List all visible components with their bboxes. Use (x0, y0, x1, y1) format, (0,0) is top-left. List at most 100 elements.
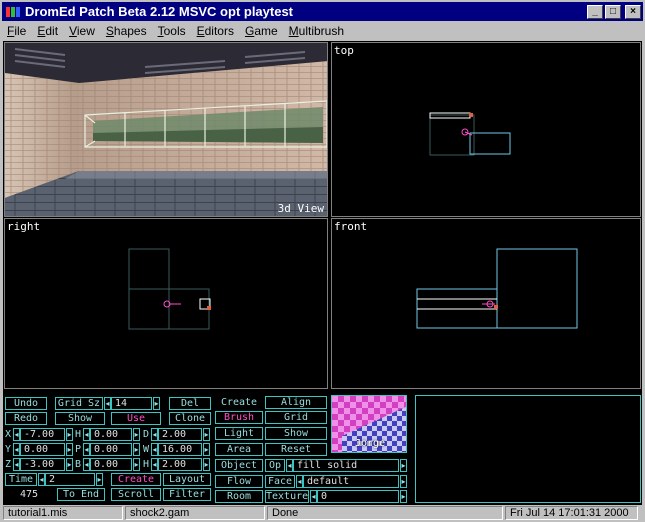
light-tab[interactable]: Light (215, 427, 263, 440)
flow-tab[interactable]: Flow (215, 475, 263, 488)
reset-button[interactable]: Reset (265, 443, 327, 456)
dromed-app-icon[interactable] (5, 5, 21, 19)
brush-tab[interactable]: Brush (215, 411, 263, 424)
viewport-top[interactable]: top (331, 42, 641, 217)
left-arrow-icon[interactable]: ◂ (151, 428, 158, 441)
texture-name: Jorge (355, 438, 386, 449)
left-arrow-icon[interactable]: ◂ (83, 443, 90, 456)
b-label: B (75, 459, 82, 470)
right-arrow-icon[interactable]: ▸ (66, 443, 73, 456)
time-label: Time (5, 473, 37, 486)
left-arrow-icon[interactable]: ◂ (296, 475, 303, 488)
right-arrow-icon[interactable]: ▸ (400, 459, 407, 472)
clone-button[interactable]: Clone (169, 412, 211, 425)
layout-button[interactable]: Layout (163, 473, 211, 486)
left-arrow-icon[interactable]: ◂ (151, 458, 158, 471)
close-button[interactable]: × (625, 4, 641, 19)
left-arrow-icon[interactable]: ◂ (83, 458, 90, 471)
left-arrow-icon[interactable]: ◂ (13, 458, 20, 471)
menu-file[interactable]: File (2, 24, 31, 38)
redo-button[interactable]: Redo (5, 412, 47, 425)
left-arrow-icon[interactable]: ◂ (13, 428, 20, 441)
menu-game[interactable]: Game (240, 24, 283, 38)
control-panel: Undo Redo Grid Sz ◂ 14 ▸ Show Use Del Cl… (3, 391, 642, 505)
show-grid-button[interactable]: Show (265, 427, 327, 440)
left-arrow-icon[interactable]: ◂ (13, 443, 20, 456)
maximize-button[interactable]: □ (605, 4, 621, 19)
menu-view[interactable]: View (64, 24, 100, 38)
viewport-3d-label: 3d View (277, 202, 324, 215)
window-title: DromEd Patch Beta 2.12 MSVC opt playtest (25, 4, 294, 19)
left-arrow-icon[interactable]: ◂ (151, 443, 158, 456)
face-field[interactable]: default (303, 475, 399, 488)
brush-counter: 475 (5, 488, 53, 501)
right-arrow-icon[interactable]: ▸ (203, 443, 210, 456)
undo-button[interactable]: Undo (5, 397, 47, 410)
use-button[interactable]: Use (111, 412, 161, 425)
scroll-button[interactable]: Scroll (111, 488, 161, 501)
heading-field[interactable]: 0.00 (90, 428, 132, 441)
title-bar: DromEd Patch Beta 2.12 MSVC opt playtest… (2, 2, 643, 21)
minimize-button[interactable]: _ (587, 4, 603, 19)
x-label: X (5, 429, 12, 440)
right-arrow-icon[interactable]: ▸ (153, 397, 160, 410)
right-arrow-icon[interactable]: ▸ (400, 490, 407, 503)
right-arrow-icon[interactable]: ▸ (203, 458, 210, 471)
status-mission: tutorial1.mis (3, 506, 123, 520)
texture-field[interactable]: 0 (317, 490, 399, 503)
status-bar: tutorial1.mis shock2.gam Done Fri Jul 14… (3, 506, 642, 520)
viewport-right-label: right (7, 220, 41, 233)
z-label: Z (5, 459, 12, 470)
menu-tools[interactable]: Tools (153, 24, 191, 38)
depth-field[interactable]: 2.00 (158, 428, 202, 441)
filter-button[interactable]: Filter (163, 488, 211, 501)
grid-button[interactable]: Grid (265, 411, 327, 424)
create-header: Create (215, 396, 263, 409)
align-button[interactable]: Align (265, 396, 327, 409)
right-view-canvas (128, 248, 211, 330)
left-arrow-icon[interactable]: ◂ (310, 490, 317, 503)
show-button[interactable]: Show (55, 412, 105, 425)
right-arrow-icon[interactable]: ▸ (133, 443, 140, 456)
left-arrow-icon[interactable]: ◂ (286, 459, 293, 472)
viewport-3d[interactable]: 3d View (4, 42, 328, 217)
y-field[interactable]: 0.00 (20, 443, 65, 456)
w-label: W (143, 444, 150, 455)
area-tab[interactable]: Area (215, 443, 263, 456)
to-end-button[interactable]: To End (57, 488, 105, 501)
menu-shapes[interactable]: Shapes (101, 24, 152, 38)
left-arrow-icon[interactable]: ◂ (83, 428, 90, 441)
op-field[interactable]: fill solid (293, 459, 399, 472)
menu-bar: File Edit View Shapes Tools Editors Game… (2, 21, 643, 41)
right-arrow-icon[interactable]: ▸ (400, 475, 407, 488)
menu-editors[interactable]: Editors (192, 24, 239, 38)
room-tab[interactable]: Room (215, 490, 263, 503)
viewport-front-label: front (334, 220, 368, 233)
height-label: H (143, 459, 150, 470)
left-arrow-icon[interactable]: ◂ (38, 473, 45, 486)
right-arrow-icon[interactable]: ▸ (133, 428, 140, 441)
menu-multibrush[interactable]: Multibrush (284, 24, 349, 38)
menu-edit[interactable]: Edit (32, 24, 63, 38)
right-arrow-icon[interactable]: ▸ (96, 473, 103, 486)
viewport-right[interactable]: right (4, 218, 328, 389)
pitch-field[interactable]: 0.00 (90, 443, 132, 456)
z-field[interactable]: -3.00 (20, 458, 65, 471)
left-arrow-icon[interactable]: ◂ (104, 397, 111, 410)
viewport-front[interactable]: front (331, 218, 641, 389)
right-arrow-icon[interactable]: ▸ (133, 458, 140, 471)
create-brush-button[interactable]: Create (111, 473, 161, 486)
object-tab[interactable]: Object (215, 459, 263, 472)
right-arrow-icon[interactable]: ▸ (203, 428, 210, 441)
x-field[interactable]: -7.00 (20, 428, 65, 441)
height-field[interactable]: 2.00 (158, 458, 202, 471)
right-arrow-icon[interactable]: ▸ (66, 458, 73, 471)
width-field[interactable]: 16.00 (158, 443, 202, 456)
right-arrow-icon[interactable]: ▸ (66, 428, 73, 441)
time-field[interactable]: 2 (45, 473, 95, 486)
status-gamesys: shock2.gam (125, 506, 265, 520)
grid-size-field[interactable]: 14 (111, 397, 152, 410)
bank-field[interactable]: 0.00 (90, 458, 132, 471)
delete-button[interactable]: Del (169, 397, 211, 410)
front-view-canvas (416, 248, 578, 329)
